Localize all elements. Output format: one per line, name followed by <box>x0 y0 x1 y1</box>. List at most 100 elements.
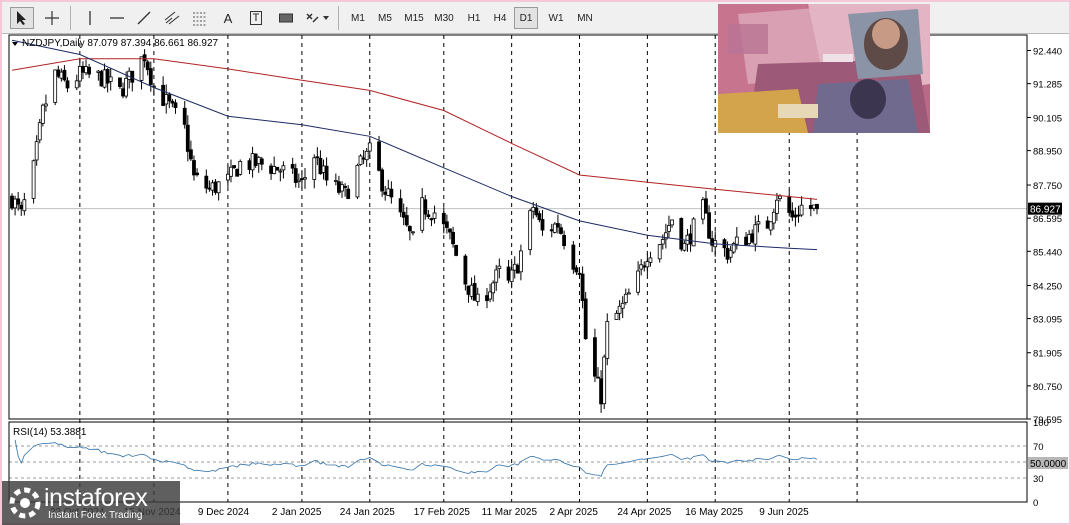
candle-body <box>734 236 739 245</box>
candle-body <box>790 210 795 218</box>
candle-body <box>207 187 212 190</box>
candle-body <box>232 165 236 169</box>
candle-body <box>448 228 452 233</box>
candle-body <box>44 103 48 107</box>
chart-menu-arrow-icon[interactable] <box>12 42 18 46</box>
candle-body <box>515 265 520 274</box>
candle-body <box>454 245 459 256</box>
candle-body <box>799 204 804 216</box>
candle-body <box>667 225 671 232</box>
candle-body <box>429 218 434 221</box>
candle-body <box>559 227 563 234</box>
candle-body <box>229 166 233 177</box>
candle-body <box>540 219 545 231</box>
candle-body <box>617 305 622 314</box>
candle-body <box>37 122 42 141</box>
chart-header: NZDJPY,Daily 87.079 87.394 86.661 86.927 <box>22 38 219 49</box>
candle-body <box>509 269 514 283</box>
candle-body <box>185 124 190 152</box>
candle-body <box>466 285 471 295</box>
candle-body <box>210 182 215 191</box>
x-axis-tick-label: 11 Mar 2025 <box>482 507 538 518</box>
candle-body <box>642 265 647 268</box>
candlestick-series <box>10 49 819 413</box>
candle-body <box>130 70 135 83</box>
x-axis-tick-label: 9 Dec 2024 <box>198 507 250 518</box>
candle-body <box>53 69 58 103</box>
x-axis-tick-label: 24 Jan 2025 <box>340 507 395 518</box>
candle-body <box>793 214 798 218</box>
candle-body <box>707 212 711 239</box>
candle-body <box>512 263 517 271</box>
candle-body <box>469 284 474 297</box>
candle-body <box>324 165 329 181</box>
candle-body <box>497 265 502 269</box>
candle-body <box>534 207 539 216</box>
candle-body <box>127 70 132 80</box>
candle-body <box>77 66 82 82</box>
candle-body <box>10 195 14 209</box>
instaforex-logo-icon <box>9 487 41 519</box>
nzd-banknotes-photo <box>718 4 930 133</box>
candle-body <box>796 214 801 217</box>
candle-body <box>593 337 597 377</box>
candle-body <box>602 356 607 405</box>
candle-body <box>383 191 388 195</box>
candle-body <box>296 179 301 183</box>
candle-body <box>756 221 761 225</box>
candle-body <box>343 185 348 188</box>
candle-body <box>346 188 351 200</box>
candle-body <box>771 211 776 224</box>
candle-body <box>59 71 64 79</box>
candle-body <box>99 71 104 87</box>
candle-body <box>293 168 298 183</box>
candle-body <box>235 168 240 177</box>
candle-body <box>247 160 252 170</box>
candle-body <box>108 76 113 82</box>
candle-body <box>389 188 394 198</box>
candle-body <box>226 173 230 181</box>
candle-body <box>145 61 150 71</box>
candle-body <box>426 214 431 218</box>
candle-body <box>552 223 557 233</box>
candle-body <box>404 215 409 226</box>
candle-body <box>34 141 39 161</box>
x-axis-tick-label: 24 Apr 2025 <box>617 507 671 518</box>
candle-body <box>605 321 610 359</box>
candle-body <box>710 238 715 246</box>
current-price-label: 86.927 <box>1028 202 1062 216</box>
candle-body <box>491 282 496 294</box>
candle-body <box>364 150 369 161</box>
candle-body <box>506 266 511 281</box>
candle-body <box>124 77 129 97</box>
candle-body <box>315 156 320 159</box>
candle-body <box>626 292 631 295</box>
candle-body <box>728 249 733 258</box>
candle-body <box>620 302 625 309</box>
candle-body <box>65 80 70 89</box>
candle-body <box>256 156 261 164</box>
candle-body <box>167 94 172 102</box>
terminal-window: A T M1M5M15M30H1H4D1W1MN 22 Oct 202415 N… <box>2 2 1069 525</box>
y-axis-tick-label: 87.750 <box>1033 181 1062 192</box>
y-axis-tick-label: 85.440 <box>1033 247 1062 258</box>
candle-body <box>787 196 792 213</box>
candle-body <box>463 255 468 285</box>
candle-body <box>204 175 209 189</box>
candle-body <box>519 250 523 273</box>
x-axis-tick-label: 16 May 2025 <box>685 507 743 518</box>
candle-body <box>84 66 88 74</box>
candle-body <box>645 261 650 268</box>
candle-body <box>614 312 619 320</box>
y-axis-tick-label: 81.905 <box>1033 349 1062 360</box>
candle-body <box>303 177 307 180</box>
candle-body <box>768 221 773 231</box>
rsi-axis-tick-label: 30 <box>1033 474 1044 485</box>
candle-body <box>192 160 196 176</box>
candle-body <box>321 165 326 173</box>
candle-body <box>62 69 67 81</box>
rsi-current-text: 50.0000 <box>1030 459 1067 470</box>
candle-body <box>386 188 391 196</box>
y-axis-tick-label: 92.440 <box>1033 46 1062 57</box>
current-price-text: 86.927 <box>1030 205 1061 216</box>
